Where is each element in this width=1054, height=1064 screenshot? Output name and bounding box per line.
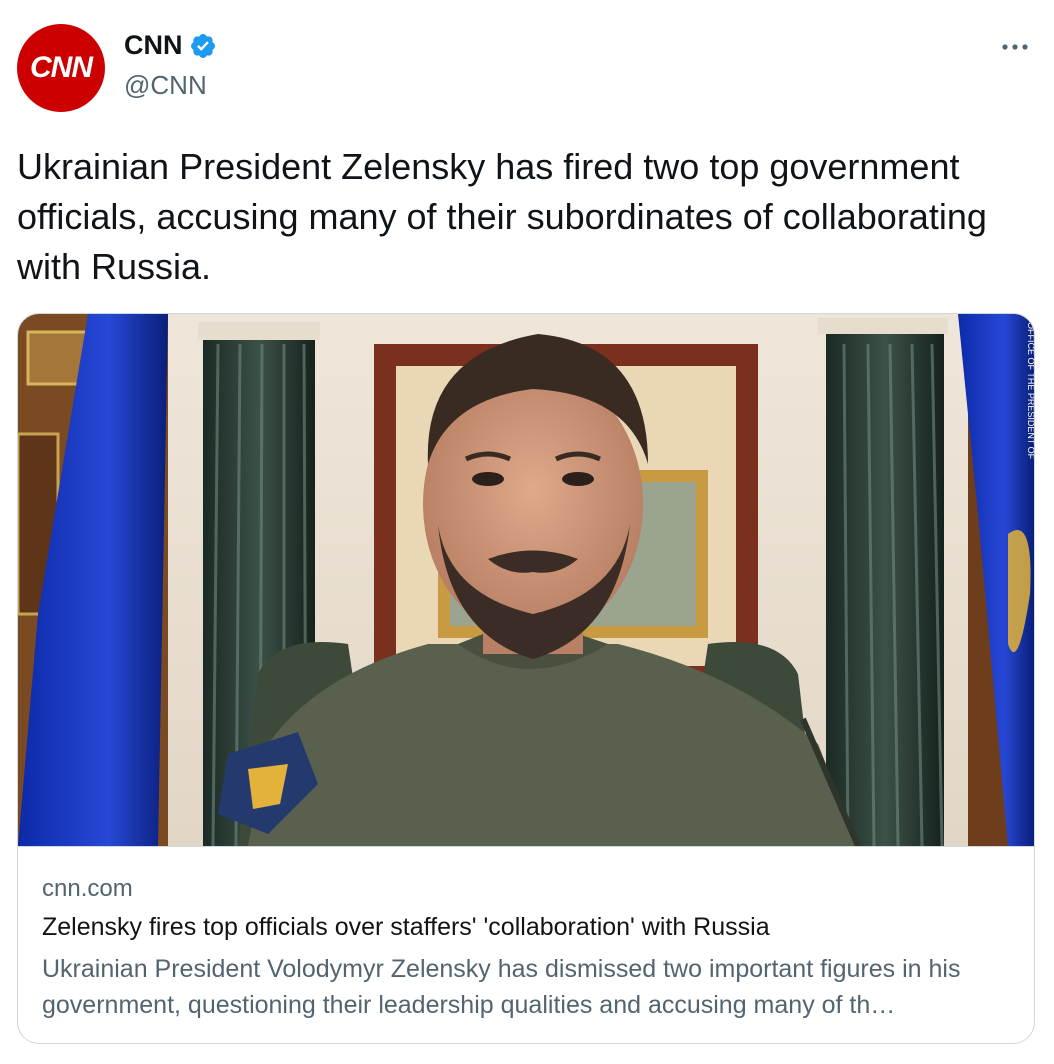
verified-badge-icon xyxy=(190,33,215,58)
card-title[interactable]: Zelensky fires top officials over staffe… xyxy=(42,913,1012,942)
card-description: Ukrainian President Volodymyr Zelensky h… xyxy=(42,955,961,1019)
cnn-logo: CNN xyxy=(30,51,93,84)
video-still-image: OFFICE OF THE PRESIDENT OF xyxy=(18,314,1034,846)
card-image[interactable]: OFFICE OF THE PRESIDENT OF xyxy=(18,314,1034,847)
image-credit: OFFICE OF THE PRESIDENT OF xyxy=(1026,322,1034,460)
author-name[interactable]: CNN xyxy=(124,30,183,61)
more-options-button[interactable] xyxy=(998,30,1032,64)
tweet[interactable]: CNN CNN @CNN Ukrainian President Zelensk… xyxy=(0,0,1054,1064)
card-domain: cnn.com xyxy=(42,875,133,902)
author-name-row[interactable]: CNN xyxy=(124,30,217,61)
tweet-text: Ukrainian President Zelensky has fired t… xyxy=(17,146,987,287)
link-card[interactable]: OFFICE OF THE PRESIDENT OF cnn.com Zelen… xyxy=(17,313,1035,1044)
avatar[interactable]: CNN xyxy=(17,24,105,112)
more-icon xyxy=(1002,44,1028,50)
author-handle[interactable]: @CNN xyxy=(124,70,207,101)
